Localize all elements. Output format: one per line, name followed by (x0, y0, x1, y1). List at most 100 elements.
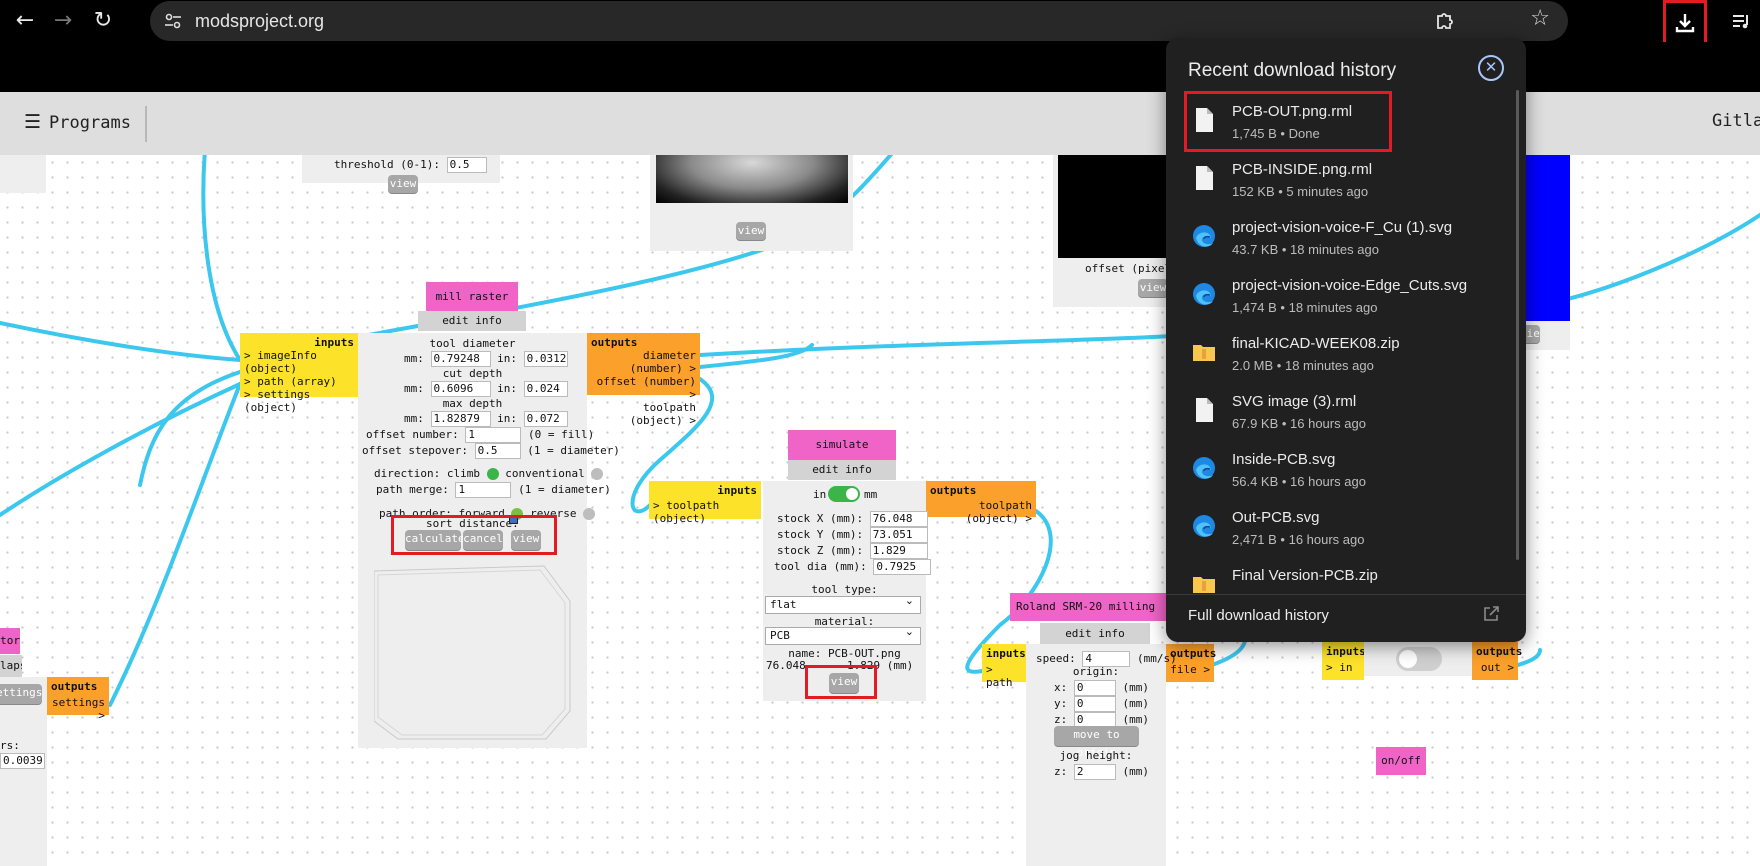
partial-input[interactable]: 0.0039 (0, 753, 45, 769)
outputs-title: outputs (930, 484, 977, 497)
download-item[interactable]: PCB-INSIDE.png.rml 152 KB • 5 minutes ag… (1166, 153, 1512, 211)
download-icon[interactable] (1663, 0, 1707, 47)
inputs-title: inputs (986, 647, 1026, 660)
menu-icon: ☰ (24, 111, 42, 133)
download-name: project-vision-voice-F_Cu (1).svg (1232, 219, 1453, 236)
download-item[interactable]: Final Version-PCB.zip (1166, 559, 1512, 593)
origin-x-input[interactable]: 0 (1073, 680, 1116, 696)
threshold-label: threshold (0-1): (334, 158, 440, 171)
climb-radio[interactable] (486, 468, 499, 480)
download-item[interactable]: SVG image (3).rml 67.9 KB • 16 hours ago (1166, 385, 1512, 443)
stock-dims-left: 76.048 (766, 659, 806, 672)
in-label: in: (497, 412, 517, 425)
threshold-view-button[interactable]: view (388, 175, 418, 193)
image-view-module: view (650, 155, 853, 251)
threshold-input[interactable]: 0.5 (446, 157, 487, 173)
offset-stepover-input[interactable]: 0.5 (474, 443, 521, 459)
simulate-title[interactable]: simulate toolpath (788, 430, 896, 481)
full-download-history-link[interactable]: Full download history (1188, 607, 1329, 624)
download-name: PCB-INSIDE.png.rml (1232, 161, 1373, 178)
offset-number-input[interactable]: 1 (465, 427, 522, 443)
settings-button[interactable]: ettings (0, 684, 42, 704)
conventional-radio[interactable] (591, 468, 604, 480)
partial-subbar[interactable]: lapse (0, 655, 22, 677)
highlight-box (1184, 91, 1392, 152)
origin-y-input[interactable]: 0 (1073, 696, 1116, 712)
download-meta: 56.4 KB • 16 hours ago (1232, 474, 1366, 489)
path-merge-input[interactable]: 1 (455, 482, 512, 498)
extensions-icon[interactable] (1430, 6, 1460, 36)
tool-diameter-in-input[interactable]: 0.0312 (523, 351, 568, 367)
mill-subbar[interactable]: edit info collapse (418, 311, 526, 347)
blue-preview (1520, 155, 1570, 321)
outputs-title: outputs (51, 680, 98, 693)
reading-list-icon[interactable] (1726, 6, 1756, 36)
mm-label: mm: (404, 352, 424, 365)
unit-label: (mm) (1122, 681, 1150, 694)
reverse-radio[interactable] (583, 508, 596, 520)
cut-depth-in-input[interactable]: 0.024 (523, 381, 568, 397)
output-port[interactable]: offset (number) > (591, 375, 696, 401)
unit-in-label: in (813, 488, 827, 501)
url-text[interactable]: modsproject.org (195, 1, 324, 41)
toggle-body (1364, 642, 1472, 676)
output-port[interactable]: toolpath (object) > (930, 499, 1032, 525)
download-item[interactable]: Out-PCB.svg 2,471 B • 16 hours ago (1166, 501, 1512, 559)
tool-dia-input[interactable]: 0.7925 (873, 559, 932, 575)
unit-toggle[interactable] (828, 486, 860, 502)
tool-type-select[interactable]: flat (765, 593, 921, 614)
cut-depth-mm-input[interactable]: 0.6096 (430, 381, 491, 397)
speed-unit: (mm/s) (1137, 652, 1177, 665)
address-bar[interactable]: modsproject.org ☆ (150, 1, 1568, 41)
stock-z-input[interactable]: 1.829 (869, 543, 928, 559)
forward-icon[interactable]: → (48, 6, 78, 36)
tool-diameter-mm-input[interactable]: 0.79248 (430, 351, 491, 367)
roland-subbar[interactable]: edit info collapse (1040, 623, 1150, 661)
download-meta: 67.9 KB • 16 hours ago (1232, 416, 1366, 431)
max-depth-mm-input[interactable]: 1.82879 (430, 411, 491, 427)
open-external-icon[interactable] (1482, 605, 1500, 623)
output-port[interactable]: settings > (51, 696, 105, 722)
input-port[interactable]: > imageInfo (object) (244, 349, 354, 375)
gitlab-link[interactable]: Gitlab (1712, 111, 1760, 131)
back-icon[interactable]: ← (10, 6, 40, 36)
mill-outputs: outputs diameter (number) > offset (numb… (587, 333, 700, 427)
input-port[interactable]: > path (986, 663, 1022, 689)
offset-preview (1058, 155, 1173, 258)
z-label: z: (1054, 713, 1068, 726)
output-port[interactable]: toolpath (object) > (591, 401, 696, 427)
move-to-origin-button[interactable]: move to origin (1054, 726, 1139, 759)
jog-z-input[interactable]: 2 (1073, 764, 1116, 780)
star-icon[interactable]: ☆ (1530, 6, 1550, 31)
max-depth-in-input[interactable]: 0.072 (523, 411, 568, 427)
stock-x-input[interactable]: 76.048 (869, 511, 928, 527)
mill-title[interactable]: mill raster 2D (426, 282, 518, 333)
onoff-title[interactable]: on/off (1376, 747, 1426, 775)
simulate-subbar[interactable]: edit info collapse (788, 460, 896, 496)
close-icon[interactable]: ✕ (1478, 55, 1504, 81)
offset-view-button[interactable]: view (1138, 279, 1168, 297)
input-port[interactable]: > toolpath (object) (653, 499, 757, 525)
toggle-switch[interactable] (1396, 647, 1442, 671)
partial-title[interactable]: tor (0, 628, 20, 654)
reload-icon[interactable]: ↻ (88, 6, 118, 36)
material-select[interactable]: PCB (765, 624, 921, 645)
unit-label: (mm) (1122, 765, 1150, 778)
download-item[interactable]: project-vision-voice-Edge_Cuts.svg 1,474… (1166, 269, 1512, 327)
output-port[interactable]: out > (1476, 661, 1514, 674)
roland-title[interactable]: Roland SRM-20 milling machine (1010, 593, 1166, 621)
input-port[interactable]: > in (1326, 661, 1360, 674)
site-info-icon[interactable] (163, 11, 183, 31)
right-preview-module: view (1520, 155, 1570, 350)
input-port[interactable]: > settings (object) (244, 388, 354, 414)
stock-y-input[interactable]: 73.051 (869, 527, 928, 543)
image-view-button[interactable]: view (736, 222, 766, 240)
download-item[interactable]: Inside-PCB.svg 56.4 KB • 16 hours ago (1166, 443, 1512, 501)
download-item[interactable]: project-vision-voice-F_Cu (1).svg 43.7 K… (1166, 211, 1512, 269)
download-item[interactable]: final-KICAD-WEEK08.zip 2.0 MB • 18 minut… (1166, 327, 1512, 385)
programs-menu[interactable]: ☰ Programs (24, 111, 131, 133)
output-port[interactable]: diameter (number) > (591, 349, 696, 375)
input-port[interactable]: > path (array) (244, 375, 354, 388)
scrollbar[interactable] (1516, 90, 1519, 560)
partial-label: rs: (0, 739, 20, 752)
